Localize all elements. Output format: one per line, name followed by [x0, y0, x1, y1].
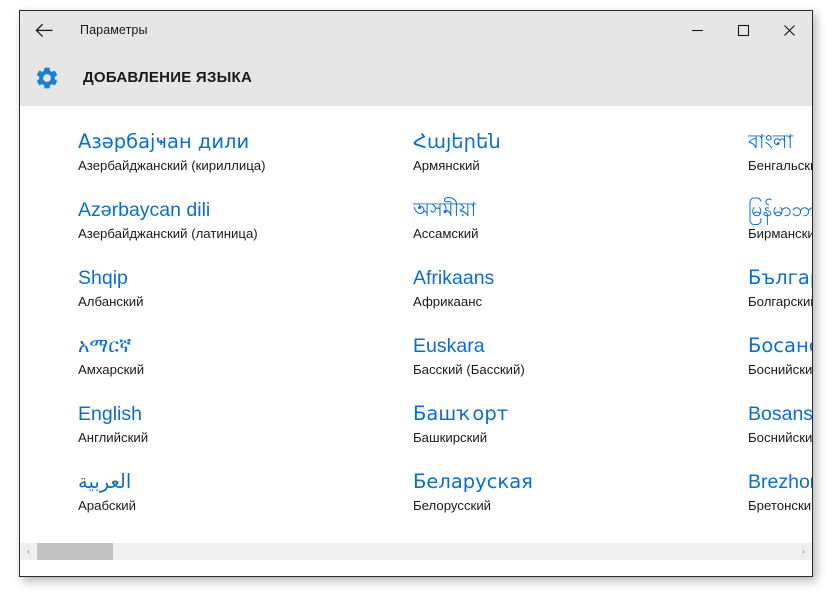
language-russian-name: Башкирский	[413, 430, 488, 445]
language-russian-name: Английский	[78, 430, 149, 445]
language-list-item[interactable]: العربية Арабский	[78, 466, 413, 534]
language-russian-name: Ассамский	[413, 226, 479, 241]
language-list-item[interactable]: English Английский	[78, 398, 413, 466]
language-list-item[interactable]: Башҡорт Башкирский	[413, 398, 748, 466]
language-native-name: Azərbaycan dili	[78, 199, 211, 221]
language-list-item[interactable]: Հայերեն Армянский	[413, 126, 748, 194]
language-russian-name: Азербайджанский (латиница)	[78, 226, 258, 241]
language-russian-name: Армянский	[413, 158, 480, 173]
language-russian-name: Арабский	[78, 498, 136, 513]
page-header: ДОБАВЛЕНИЕ ЯЗЫКА	[20, 49, 812, 106]
language-russian-name: Амхарский	[78, 362, 145, 377]
language-russian-name: Бирманский	[748, 226, 812, 241]
language-native-name: Shqip	[78, 267, 128, 289]
language-native-name: Bosanski	[748, 403, 812, 425]
minimize-button[interactable]	[674, 11, 720, 49]
language-native-name: Башҡорт	[413, 402, 509, 425]
settings-window: Параметры ДОБАВЛЕНИЕ ЯЗЫКА Азәрбајҹан ди…	[19, 10, 813, 577]
language-list-item[interactable]: မြန်မာဘာသာ Бирманский	[748, 194, 812, 262]
language-russian-name: Боснийский (кириллица)	[748, 362, 812, 377]
language-russian-name: Африкаанс	[413, 294, 483, 309]
language-list-item[interactable]: Български Болгарский	[748, 262, 812, 330]
language-list-item[interactable]: Shqip Албанский	[78, 262, 413, 330]
language-native-name: Беларуская	[413, 470, 533, 493]
title-bar: Параметры	[20, 11, 812, 49]
language-native-name: Босански	[748, 334, 812, 357]
language-list-item[interactable]: አማርኛ Амхарский	[78, 330, 413, 398]
language-list-item[interactable]: বাংলা Бенгальский	[748, 126, 812, 194]
app-title: Параметры	[80, 23, 148, 37]
language-list-item[interactable]: Беларуская Белорусский	[413, 466, 748, 534]
language-list-item[interactable]: অসমীয়া Ассамский	[413, 194, 748, 262]
language-list-item[interactable]: Босански Боснийский (кириллица)	[748, 330, 812, 398]
language-russian-name: Басский (Басский)	[413, 362, 525, 377]
language-list-item[interactable]: Azərbaycan dili Азербайджанский (латиница…	[78, 194, 413, 262]
language-russian-name: Белорусский	[413, 498, 492, 513]
language-columns: Азәрбајҹан дили Азербайджанский (кириллиц…	[78, 126, 812, 534]
page-title: ДОБАВЛЕНИЕ ЯЗЫКА	[83, 69, 253, 86]
language-list-area: Азәрбајҹан дили Азербайджанский (кириллиц…	[20, 106, 812, 560]
maximize-icon	[737, 24, 750, 37]
caption-buttons	[674, 11, 812, 49]
close-button[interactable]	[766, 11, 812, 49]
language-native-name: English	[78, 403, 142, 425]
language-russian-name: Болгарский	[748, 294, 812, 309]
screenshot-root: Параметры ДОБАВЛЕНИЕ ЯЗЫКА Азәрбајҹан ди…	[0, 0, 836, 596]
language-column: Հայերեն Армянский অসমীয়া Ассамский Afrikaan…	[413, 126, 748, 534]
language-russian-name: Боснийский (латиница)	[748, 430, 812, 445]
language-native-name: Afrikaans	[413, 267, 495, 289]
scrollbar-thumb[interactable]	[37, 543, 113, 560]
language-native-name: Азәрбајҹан дили	[78, 130, 250, 153]
back-button[interactable]	[22, 14, 66, 46]
language-native-name: አማርኛ	[78, 334, 132, 357]
language-list-item[interactable]: Euskara Басский (Басский)	[413, 330, 748, 398]
language-list-item[interactable]: Afrikaans Африкаанс	[413, 262, 748, 330]
horizontal-scrollbar[interactable]: ‹ ›	[20, 543, 812, 560]
language-russian-name: Албанский	[78, 294, 144, 309]
language-native-name: Brezhoneg	[748, 471, 812, 493]
language-list-item[interactable]: Азәрбајҹан дили Азербайджанский (кириллиц…	[78, 126, 413, 194]
language-list-item[interactable]: Brezhoneg Бретонский	[748, 466, 812, 534]
language-russian-name: Бретонский	[748, 498, 812, 513]
scroll-right-arrow-icon[interactable]: ›	[795, 543, 812, 560]
language-russian-name: Азербайджанский (кириллица)	[78, 158, 266, 173]
language-column: Азәрбајҹан дили Азербайджанский (кириллиц…	[78, 126, 413, 534]
close-icon	[783, 24, 796, 37]
language-native-name: မြန်မာဘာသာ	[748, 198, 812, 221]
language-russian-name: Бенгальский	[748, 158, 812, 173]
language-column: বাংলা Бенгальский မြန်မာဘာသာ Бирманский Бълг…	[748, 126, 812, 534]
language-native-name: Euskara	[413, 335, 485, 357]
language-native-name: Български	[748, 266, 812, 289]
scrollbar-track[interactable]	[37, 543, 795, 560]
language-native-name: বাংলা	[748, 130, 794, 153]
gear-icon	[25, 56, 69, 100]
language-native-name: العربية	[78, 470, 132, 493]
minimize-icon	[691, 24, 704, 37]
language-list-item[interactable]: Bosanski Боснийский (латиница)	[748, 398, 812, 466]
language-native-name: Հայերեն	[413, 130, 501, 153]
scroll-left-arrow-icon[interactable]: ‹	[20, 543, 37, 560]
maximize-button[interactable]	[720, 11, 766, 49]
language-native-name: অসমীয়া	[413, 198, 477, 221]
back-arrow-icon	[34, 23, 54, 38]
